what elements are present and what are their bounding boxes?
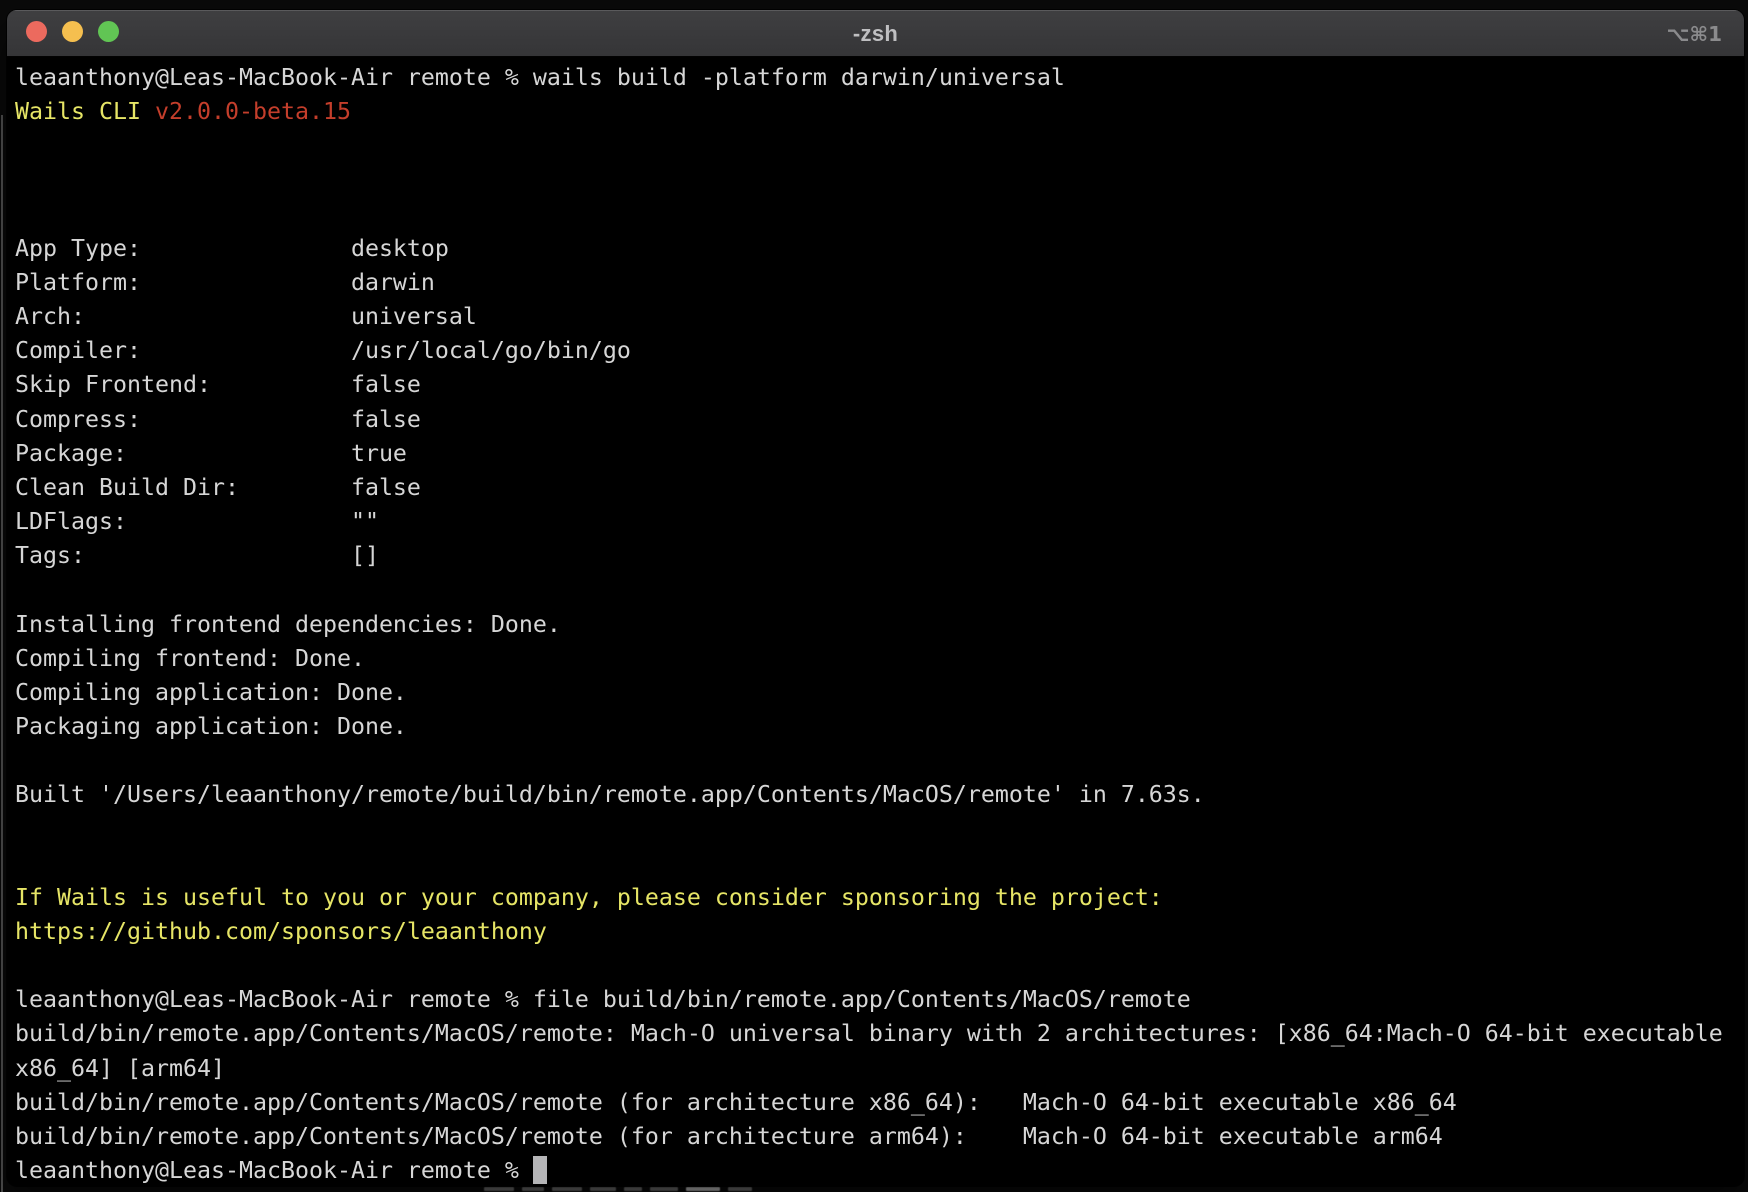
sliver-mark <box>484 1187 514 1191</box>
terminal-line: Compiling frontend: Done. <box>15 642 1744 676</box>
terminal-line: leaanthony@Leas-MacBook-Air remote % <box>15 1154 1744 1186</box>
terminal-line: Compiling application: Done. <box>15 676 1744 710</box>
sliver-mark <box>552 1187 582 1191</box>
terminal-cursor <box>533 1156 547 1184</box>
terminal-line <box>15 573 1744 607</box>
terminal-line: Built '/Users/leaanthony/remote/build/bi… <box>15 778 1744 812</box>
terminal-line: x86_64] [arm64] <box>15 1052 1744 1086</box>
title-bar[interactable]: -zsh ⌥⌘1 <box>7 10 1744 57</box>
terminal-line: build/bin/remote.app/Contents/MacOS/remo… <box>15 1017 1744 1051</box>
terminal-line: LDFlags: "" <box>15 505 1744 539</box>
terminal-line: Compiler: /usr/local/go/bin/go <box>15 334 1744 368</box>
terminal-line: build/bin/remote.app/Contents/MacOS/remo… <box>15 1086 1744 1120</box>
terminal-line: leaanthony@Leas-MacBook-Air remote % fil… <box>15 983 1744 1017</box>
terminal-line: Package: true <box>15 437 1744 471</box>
terminal-line: https://github.com/sponsors/leaanthony <box>15 915 1744 949</box>
terminal-line: build/bin/remote.app/Contents/MacOS/remo… <box>15 1120 1744 1154</box>
terminal-line: Packaging application: Done. <box>15 710 1744 744</box>
background-window-edge <box>1 115 3 1192</box>
terminal-line: Platform: darwin <box>15 266 1744 300</box>
sliver-mark <box>728 1187 752 1191</box>
sliver-mark <box>686 1187 720 1191</box>
sliver-mark <box>522 1187 544 1191</box>
sliver-mark <box>650 1187 678 1191</box>
terminal-line: App Type: desktop <box>15 232 1744 266</box>
terminal-line <box>15 129 1744 163</box>
terminal-window: -zsh ⌥⌘1 leaanthony@Leas-MacBook-Air rem… <box>7 10 1744 1186</box>
terminal-line: Arch: universal <box>15 300 1744 334</box>
terminal-line <box>15 847 1744 881</box>
terminal-line <box>15 812 1744 846</box>
sliver-mark <box>590 1187 616 1191</box>
terminal-line: Installing frontend dependencies: Done. <box>15 608 1744 642</box>
background-window-sliver <box>0 1186 1748 1192</box>
terminal-screen[interactable]: leaanthony@Leas-MacBook-Air remote % wai… <box>7 57 1744 1186</box>
terminal-line: Compress: false <box>15 403 1744 437</box>
terminal-line: If Wails is useful to you or your compan… <box>15 881 1744 915</box>
terminal-line <box>15 744 1744 778</box>
terminal-line: leaanthony@Leas-MacBook-Air remote % wai… <box>15 61 1744 95</box>
terminal-line <box>15 949 1744 983</box>
window-title: -zsh <box>7 10 1744 57</box>
terminal-line: Skip Frontend: false <box>15 368 1744 402</box>
terminal-line: Wails CLI v2.0.0-beta.15 <box>15 95 1744 129</box>
terminal-line: Clean Build Dir: false <box>15 471 1744 505</box>
terminal-line <box>15 198 1744 232</box>
tab-shortcut-label: ⌥⌘1 <box>1666 10 1722 57</box>
terminal-line <box>15 163 1744 197</box>
terminal-line: Tags: [] <box>15 539 1744 573</box>
sliver-mark <box>624 1187 642 1191</box>
